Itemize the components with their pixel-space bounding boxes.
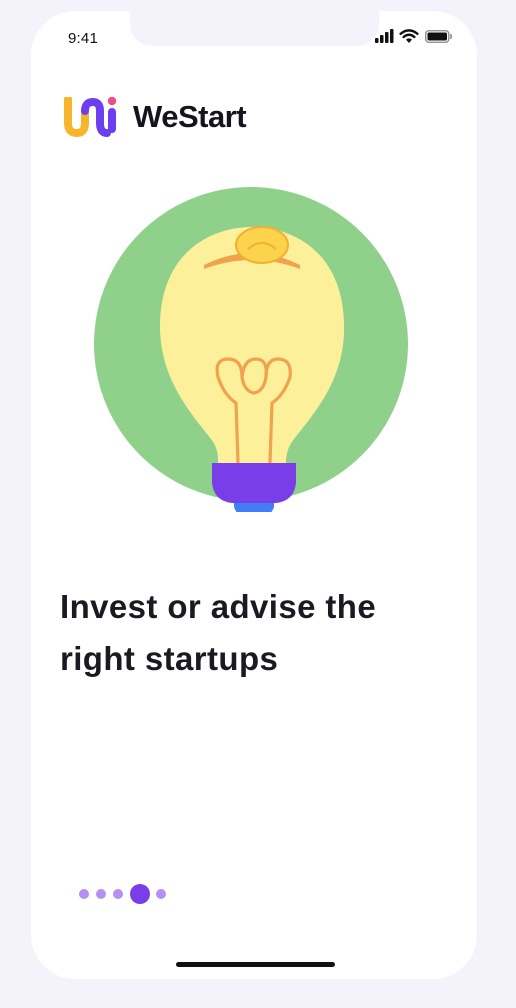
wifi-icon — [399, 29, 419, 49]
status-icons — [375, 29, 453, 45]
home-indicator[interactable] — [176, 962, 335, 967]
page-dot-4-active[interactable] — [130, 884, 150, 904]
page-indicator[interactable] — [79, 883, 199, 905]
brand-name: WeStart — [133, 99, 247, 134]
phone-screen: 9:41 WeStart Invest or advise the right … — [31, 11, 477, 979]
bulb-tip — [234, 503, 274, 520]
notch — [130, 11, 379, 46]
page-dot-1[interactable] — [79, 889, 89, 899]
coin-icon — [235, 226, 289, 264]
onboarding-headline: Invest or advise the right startups — [60, 588, 377, 677]
page-dot-2[interactable] — [96, 889, 106, 899]
bulb-base — [212, 463, 296, 503]
page-dot-3[interactable] — [113, 889, 123, 899]
page-dot-5[interactable] — [156, 889, 166, 899]
status-time: 9:41 — [68, 30, 98, 47]
lightbulb-illustration — [94, 187, 410, 520]
signal-icon — [375, 29, 395, 48]
westart-logo-icon — [62, 95, 118, 138]
battery-icon — [425, 30, 453, 48]
